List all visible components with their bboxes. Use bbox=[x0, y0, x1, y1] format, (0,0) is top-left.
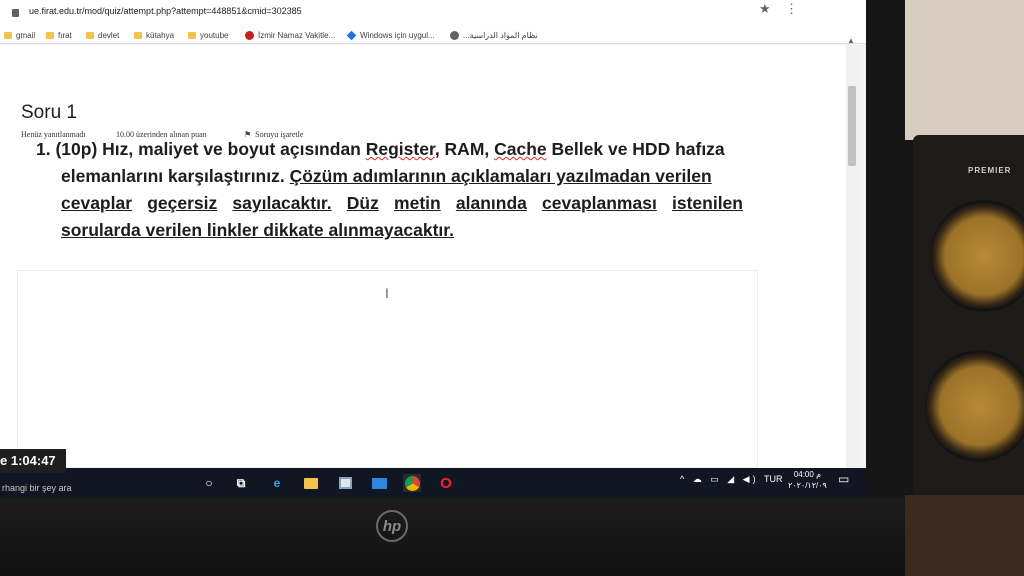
lock-icon bbox=[12, 9, 19, 17]
background-wall bbox=[905, 0, 1024, 140]
mail-icon[interactable] bbox=[370, 474, 388, 492]
text-cursor-icon: I bbox=[385, 285, 389, 301]
url-text[interactable]: ue.firat.edu.tr/mod/quiz/attempt.php?att… bbox=[29, 6, 302, 16]
question-title: Soru 1 bbox=[21, 102, 77, 123]
question-line-1: 1. (10p) Hız, maliyet ve boyut açısından… bbox=[36, 139, 725, 159]
bookmark-arabic-system[interactable]: ...نظام المواد الدراسية bbox=[450, 29, 538, 41]
task-view-icon[interactable]: ⧉ bbox=[232, 474, 250, 492]
laptop-bottom-bezel bbox=[0, 498, 930, 576]
browser-menu-icon[interactable]: ⋮ bbox=[785, 1, 798, 17]
bookmark-kutahya[interactable]: kütahya bbox=[134, 29, 174, 41]
bookmark-windows-apps[interactable]: Windows için uygul... bbox=[346, 29, 435, 41]
question-line-4: sorularda verilen linkler dikkate alınma… bbox=[61, 220, 454, 240]
bookmark-firat[interactable]: fırat bbox=[46, 29, 72, 41]
spellcheck-word-cache: Cache bbox=[494, 139, 547, 159]
bookmark-gmail[interactable]: gmail bbox=[4, 29, 35, 41]
speaker-label: PREMIER bbox=[968, 166, 1012, 175]
question-line-2: elemanlarını karşılaştırınız. Çözüm adım… bbox=[61, 166, 712, 186]
opera-icon[interactable]: O bbox=[437, 474, 455, 492]
scrollbar-thumb[interactable] bbox=[848, 86, 856, 166]
file-explorer-icon[interactable] bbox=[302, 474, 320, 492]
folder-icon bbox=[188, 31, 196, 39]
edge-icon[interactable]: e bbox=[268, 474, 286, 492]
clock-time: 04:00 م bbox=[793, 470, 822, 479]
language-indicator[interactable]: TUR bbox=[764, 474, 783, 484]
question-line-3: cevaplar geçersiz sayılacaktır. Düz meti… bbox=[61, 193, 743, 213]
bookmarks-bar: gmail fırat devlet kütahya youtube İzmir… bbox=[0, 25, 866, 44]
hp-logo: hp bbox=[376, 510, 408, 542]
taskbar-clock[interactable]: 04:00 م ٢٠٢٠/١٢/٠٩ bbox=[788, 469, 827, 491]
clock-date: ٢٠٢٠/١٢/٠٩ bbox=[788, 481, 827, 490]
spellcheck-word-register: Register bbox=[365, 139, 435, 159]
globe-icon bbox=[450, 30, 459, 40]
scroll-up-arrow-icon[interactable]: ▲ bbox=[847, 36, 855, 45]
windows-icon bbox=[346, 30, 357, 40]
bookmark-youtube[interactable]: youtube bbox=[188, 29, 228, 41]
address-bar[interactable]: ue.firat.edu.tr/mod/quiz/attempt.php?att… bbox=[0, 0, 866, 25]
floor bbox=[905, 495, 1024, 576]
folder-icon bbox=[134, 31, 142, 39]
red-circle-icon bbox=[245, 30, 254, 40]
folder-icon bbox=[4, 31, 12, 39]
folder-icon bbox=[46, 31, 54, 39]
notification-icon[interactable]: ▭ bbox=[838, 472, 849, 486]
system-tray-icons[interactable]: ^ ☁ ▭ ◢ ◀) bbox=[680, 474, 759, 485]
folder-icon bbox=[86, 31, 94, 39]
speaker-cone-bottom bbox=[925, 350, 1024, 462]
bookmark-star-icon[interactable]: ★ bbox=[759, 1, 771, 17]
screen: ue.firat.edu.tr/mod/quiz/attempt.php?att… bbox=[0, 0, 866, 498]
store-icon[interactable] bbox=[336, 474, 354, 492]
taskbar-search-input[interactable]: rhangi bir şey ara bbox=[2, 483, 72, 493]
bookmark-izmir-namaz[interactable]: İzmir Namaz Vakitle... bbox=[245, 29, 335, 41]
quiz-timer: e 1:04:47 bbox=[0, 449, 66, 473]
bookmark-devlet[interactable]: devlet bbox=[86, 29, 119, 41]
cortana-icon[interactable]: ○ bbox=[200, 474, 218, 492]
question-text: 1. (10p) Hız, maliyet ve boyut açısından… bbox=[36, 136, 748, 244]
chrome-icon[interactable] bbox=[403, 474, 421, 492]
